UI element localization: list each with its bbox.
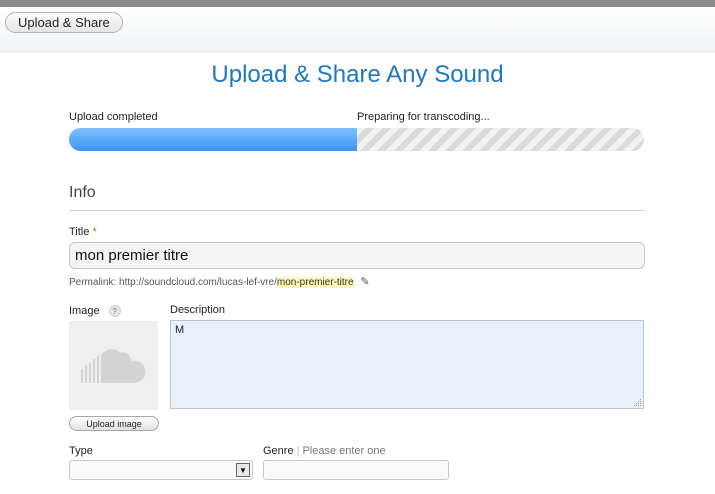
title-input[interactable] [69,242,645,269]
upload-progress-bar [69,128,644,151]
top-stripe [0,0,715,7]
transcoding-status-label: Preparing for transcoding... [357,111,490,123]
tab-bar: Upload & Share [0,7,715,53]
image-placeholder [69,321,158,410]
section-divider [69,210,645,211]
page-title: Upload & Share Any Sound [211,61,504,88]
description-label: Description [170,304,226,316]
upload-image-button[interactable]: Upload image [69,416,159,431]
required-mark: * [92,226,97,238]
description-textarea[interactable]: M [170,320,644,409]
genre-hint: Please enter one [302,445,386,457]
progress-fill [69,128,357,151]
genre-input[interactable] [263,460,449,480]
image-label-text: Image [69,305,100,317]
permalink-slug[interactable]: mon-premier-titre [276,277,354,288]
upload-status-label: Upload completed [69,111,158,123]
genre-label-text: Genre [263,445,294,457]
help-icon[interactable]: ? [108,305,121,318]
genre-label: Genre | Please enter one [263,445,386,457]
image-label: Image ? [69,305,121,318]
resize-grip-icon[interactable] [632,397,642,407]
title-label: Title * [69,226,97,238]
permalink: Permalink: http://soundcloud.com/lucas-l… [69,275,370,288]
chevron-down-icon[interactable]: ▼ [236,463,250,477]
permalink-label: Permalink: [69,277,117,288]
genre-separator: | [296,445,300,457]
title-label-text: Title [69,226,90,238]
upload-share-tab[interactable]: Upload & Share [5,12,123,33]
edit-pencil-icon[interactable]: ✎ [360,275,369,288]
permalink-base: http://soundcloud.com/lucas-lef-vre/ [119,277,277,288]
soundcloud-cloud-icon [81,349,146,383]
info-heading: Info [69,184,96,201]
type-label: Type [69,445,93,457]
type-select[interactable]: ▼ [69,460,253,480]
